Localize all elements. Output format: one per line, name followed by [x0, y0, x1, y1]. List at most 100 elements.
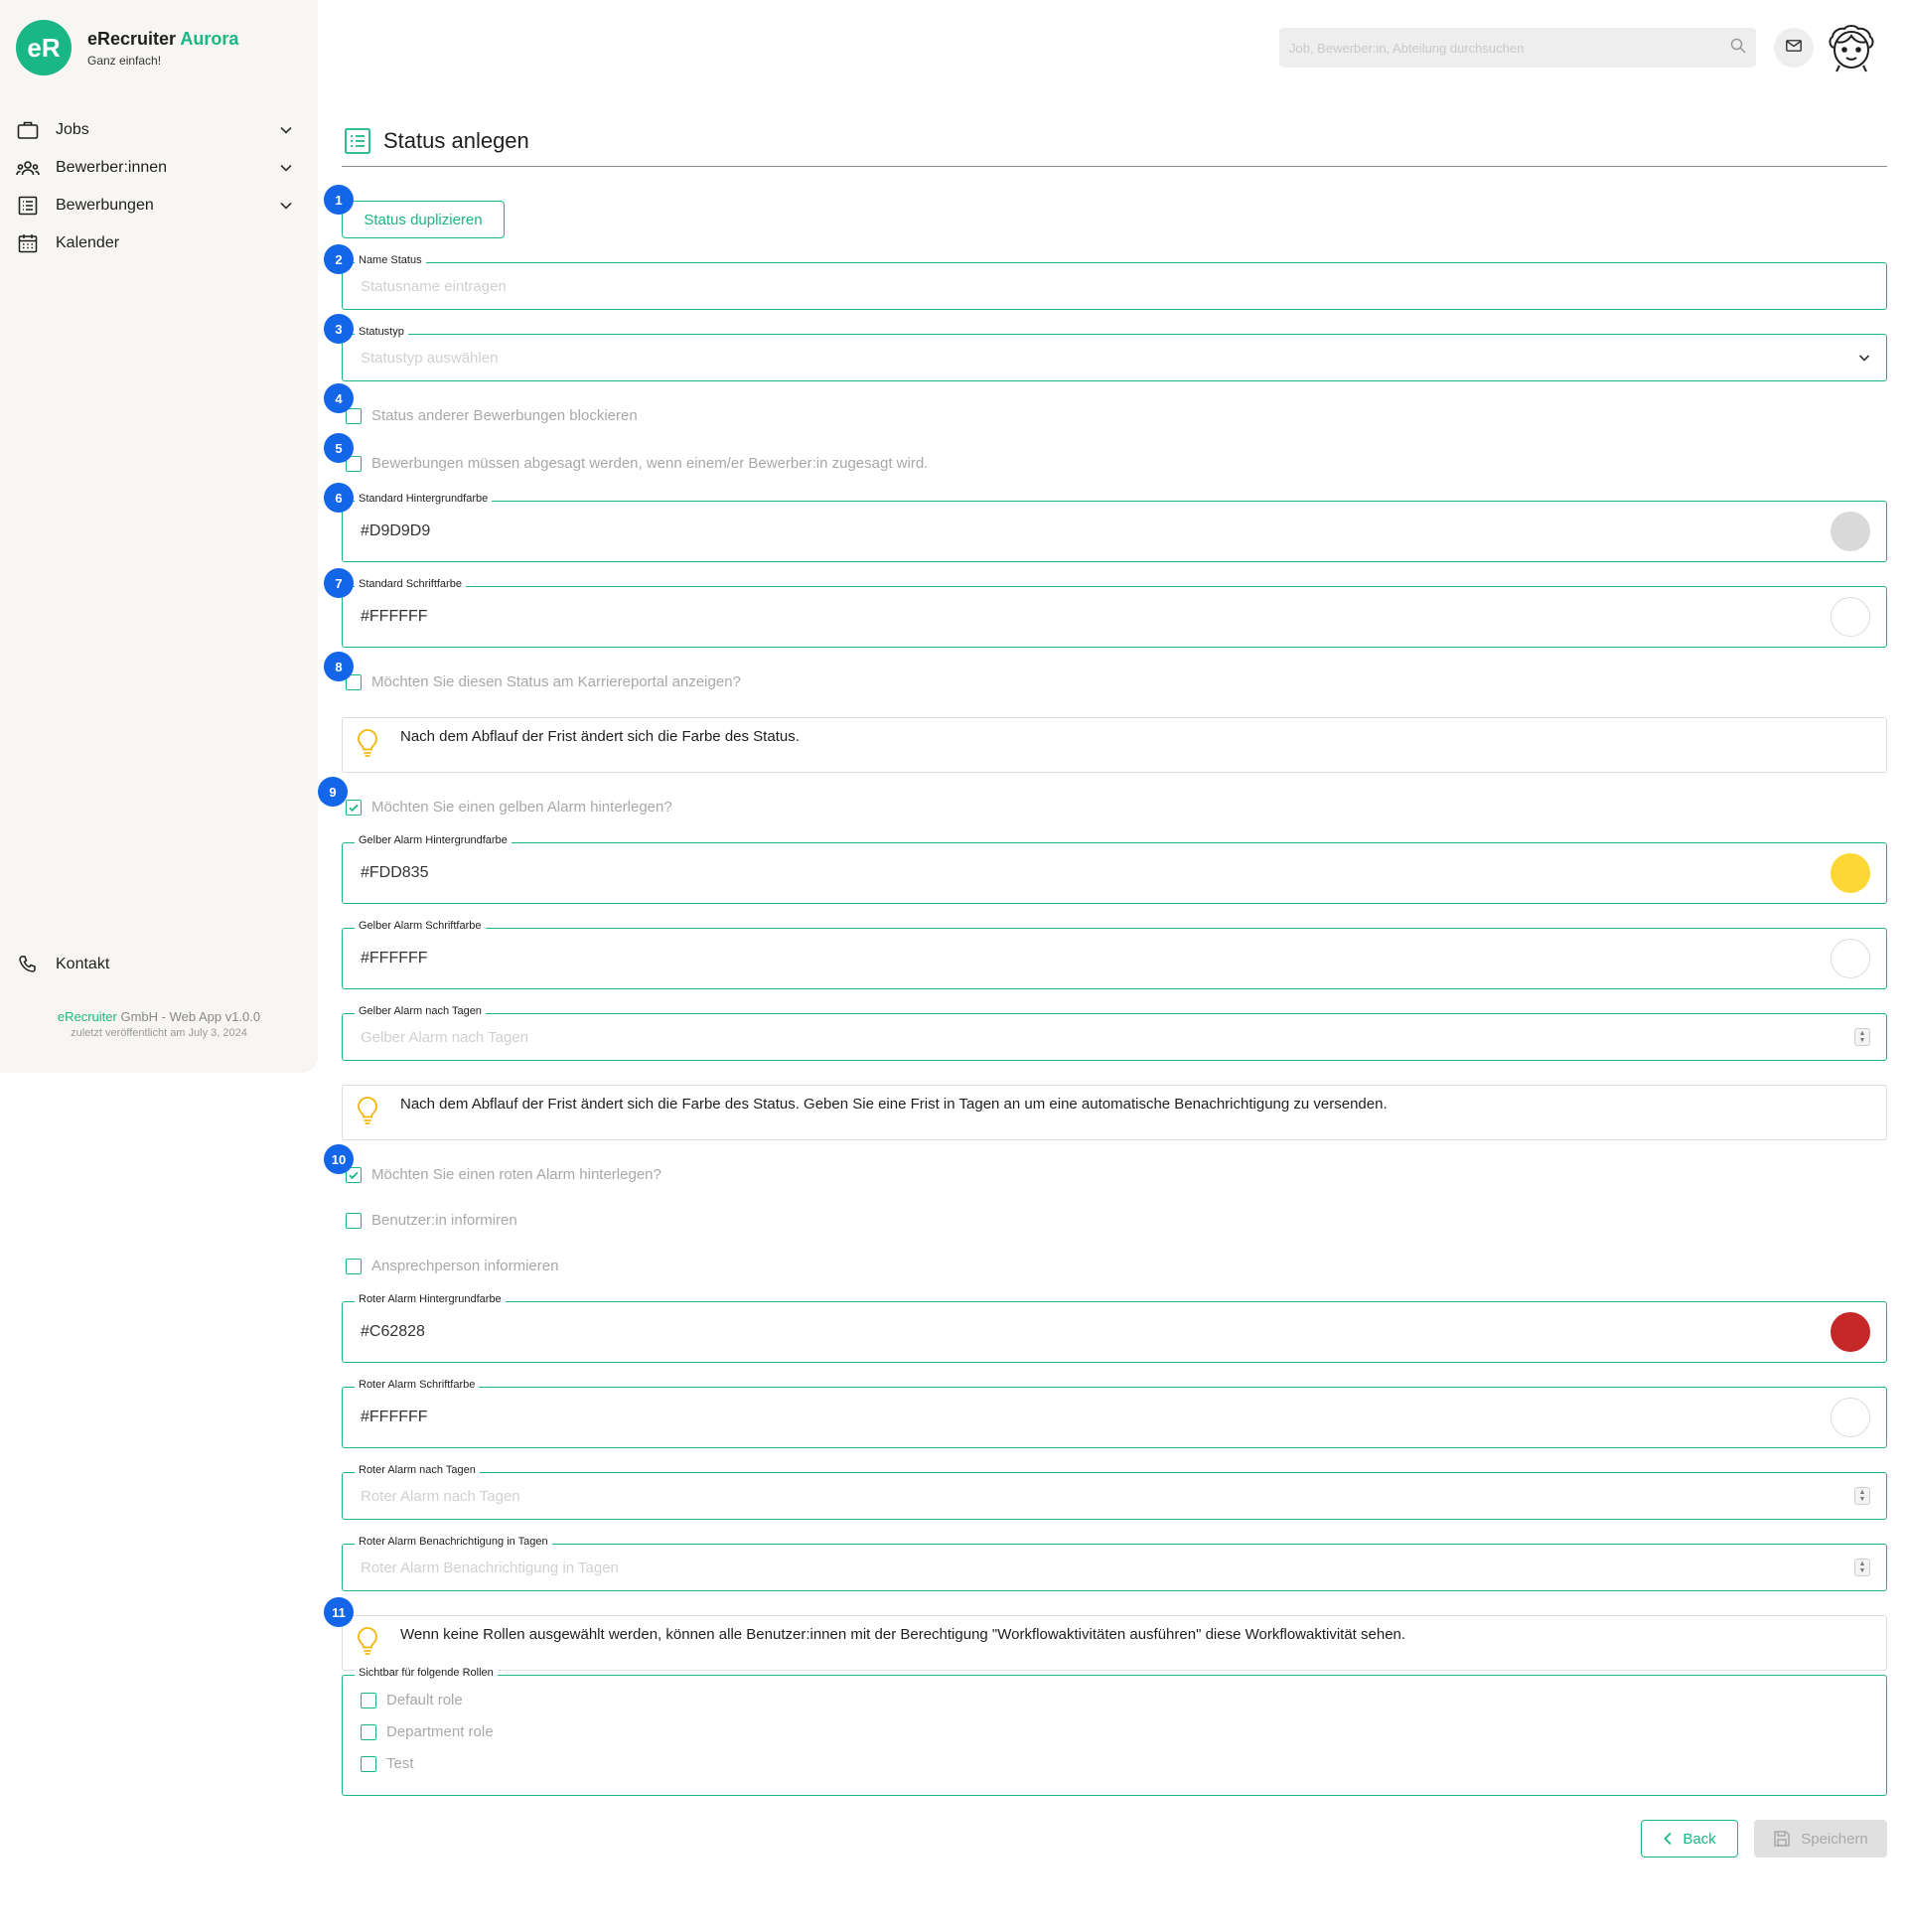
info-box-notification: Nach dem Abflauf der Frist ändert sich d…: [342, 1085, 1887, 1140]
sidebar-nav: Jobs Bewerber:innen Bewerbungen Kalender: [16, 111, 296, 262]
mail-icon: [1786, 39, 1802, 57]
back-button[interactable]: Back: [1641, 1820, 1738, 1858]
step-badge: 1: [324, 185, 354, 215]
step-badge: 10: [324, 1144, 354, 1174]
yellow-font-color-swatch[interactable]: [1831, 939, 1870, 978]
save-icon: [1773, 1830, 1791, 1848]
role-checkbox[interactable]: [361, 1723, 376, 1740]
step-badge: 8: [324, 652, 354, 681]
save-button[interactable]: Speichern: [1754, 1820, 1887, 1858]
statustyp-select[interactable]: Statustyp Statustyp auswählen: [342, 326, 1887, 381]
yellow-alarm-checkbox[interactable]: [346, 799, 362, 816]
block-other-checkbox[interactable]: [346, 407, 362, 424]
std-font-color-field[interactable]: Standard Schriftfarbe #FFFFFF: [342, 578, 1887, 648]
sidebar-item-bewerbungen[interactable]: Bewerbungen: [16, 187, 296, 224]
role-option-default[interactable]: Default role: [361, 1692, 463, 1709]
brand-logo: eR: [16, 20, 72, 75]
role-checkbox[interactable]: [361, 1755, 376, 1772]
chevron-down-icon[interactable]: [276, 158, 296, 178]
number-stepper-icon[interactable]: ▲ ▼: [1854, 1559, 1870, 1576]
calendar-icon: [16, 231, 40, 255]
footer-company: eRecruiter GmbH - Web App v1.0.0: [57, 1009, 261, 1024]
lightbulb-icon: [355, 728, 380, 758]
std-bg-color-input[interactable]: #D9D9D9: [361, 502, 430, 561]
std-bg-color-swatch[interactable]: [1831, 512, 1870, 551]
lightbulb-icon: [355, 1626, 380, 1656]
yellow-bg-color-swatch[interactable]: [1831, 853, 1870, 893]
statustyp-placeholder: Statustyp auswählen: [361, 349, 499, 367]
name-status-input[interactable]: Statusname eintragen: [361, 263, 507, 309]
sidebar-item-jobs[interactable]: Jobs: [16, 111, 296, 149]
brand-tagline: Ganz einfach!: [87, 53, 162, 68]
sidebar: eR eRecruiter Aurora Ganz einfach! Jobs …: [0, 0, 318, 1073]
step-badge: 4: [324, 383, 354, 413]
page-title: Status anlegen: [344, 127, 529, 155]
red-notify-input[interactable]: Roter Alarm Benachrichtigung in Tagen: [361, 1545, 619, 1590]
chevron-down-icon[interactable]: [1856, 350, 1872, 366]
chevron-left-icon: [1663, 1832, 1673, 1846]
yellow-days-input[interactable]: Gelber Alarm nach Tagen: [361, 1014, 528, 1060]
brand[interactable]: eR eRecruiter Aurora Ganz einfach!: [16, 20, 238, 75]
step-badge: 5: [324, 433, 354, 463]
red-font-color-field[interactable]: Roter Alarm Schriftfarbe #FFFFFF: [342, 1379, 1887, 1448]
footer-release: zuletzt veröffentlicht am July 3, 2024: [71, 1027, 247, 1039]
step-badge: 3: [324, 314, 354, 344]
list-icon: [16, 194, 40, 218]
search-bar[interactable]: [1279, 28, 1756, 68]
info-box-roles: Wenn keine Rollen ausgewählt werden, kön…: [342, 1615, 1887, 1671]
std-font-color-input[interactable]: #FFFFFF: [361, 587, 428, 647]
step-badge: 2: [324, 244, 354, 274]
yellow-font-color-input[interactable]: #FFFFFF: [361, 929, 428, 988]
title-divider: [342, 166, 1887, 167]
lightbulb-icon: [355, 1096, 380, 1125]
yellow-alarm-checkbox-row[interactable]: Möchten Sie einen gelben Alarm hinterleg…: [346, 799, 672, 816]
search-input[interactable]: [1289, 40, 1730, 56]
std-bg-color-field[interactable]: Standard Hintergrundfarbe #D9D9D9: [342, 493, 1887, 562]
portal-checkbox-row[interactable]: Möchten Sie diesen Status am Karrierepor…: [346, 673, 741, 690]
sidebar-item-bewerber[interactable]: Bewerber:innen: [16, 149, 296, 187]
chevron-down-icon[interactable]: [276, 120, 296, 140]
role-option-test[interactable]: Test: [361, 1755, 414, 1772]
inform-user-checkbox[interactable]: [346, 1212, 362, 1229]
red-bg-color-field[interactable]: Roter Alarm Hintergrundfarbe #C62828: [342, 1293, 1887, 1363]
step-badge: 11: [324, 1597, 354, 1627]
red-font-color-swatch[interactable]: [1831, 1398, 1870, 1437]
red-bg-color-input[interactable]: #C62828: [361, 1302, 425, 1362]
yellow-font-color-field[interactable]: Gelber Alarm Schriftfarbe #FFFFFF: [342, 920, 1887, 989]
step-badge: 7: [324, 568, 354, 598]
red-alarm-checkbox-row[interactable]: Möchten Sie einen roten Alarm hinterlege…: [346, 1166, 661, 1183]
red-days-field[interactable]: Roter Alarm nach Tagen Roter Alarm nach …: [342, 1464, 1887, 1520]
number-stepper-icon[interactable]: ▲ ▼: [1854, 1487, 1870, 1505]
chevron-down-icon[interactable]: [276, 196, 296, 216]
name-status-field[interactable]: Name Status Statusname eintragen: [342, 254, 1887, 310]
must-cancel-checkbox-row[interactable]: Bewerbungen müssen abgesagt werden, wenn…: [346, 455, 928, 472]
search-icon[interactable]: [1730, 38, 1746, 59]
briefcase-icon: [16, 118, 40, 142]
phone-icon: [16, 953, 40, 976]
block-other-checkbox-row[interactable]: Status anderer Bewerbungen blockieren: [346, 407, 638, 424]
avatar[interactable]: [1826, 22, 1877, 74]
roles-fieldset: Sichtbar für folgende Rollen Default rol…: [342, 1667, 1887, 1796]
step-badge: 9: [318, 777, 348, 807]
sidebar-item-kalender[interactable]: Kalender: [16, 224, 296, 262]
red-bg-color-swatch[interactable]: [1831, 1312, 1870, 1352]
form-list-icon: [344, 127, 371, 155]
brand-name: eRecruiter Aurora: [87, 28, 239, 49]
role-option-department[interactable]: Department role: [361, 1723, 494, 1740]
step-badge: 6: [324, 483, 354, 513]
number-stepper-icon[interactable]: ▲ ▼: [1854, 1028, 1870, 1046]
yellow-bg-color-field[interactable]: Gelber Alarm Hintergrundfarbe #FDD835: [342, 834, 1887, 904]
red-font-color-input[interactable]: #FFFFFF: [361, 1388, 428, 1447]
yellow-bg-color-input[interactable]: #FDD835: [361, 843, 428, 903]
red-notify-field[interactable]: Roter Alarm Benachrichtigung in Tagen Ro…: [342, 1536, 1887, 1591]
inform-user-checkbox-row[interactable]: Benutzer:in informiren: [346, 1212, 517, 1229]
yellow-days-field[interactable]: Gelber Alarm nach Tagen Gelber Alarm nac…: [342, 1005, 1887, 1061]
sidebar-item-kontakt[interactable]: Kontakt: [16, 946, 109, 983]
inform-contact-checkbox[interactable]: [346, 1258, 362, 1274]
role-checkbox[interactable]: [361, 1692, 376, 1709]
red-days-input[interactable]: Roter Alarm nach Tagen: [361, 1473, 520, 1519]
std-font-color-swatch[interactable]: [1831, 597, 1870, 637]
duplicate-status-button[interactable]: Status duplizieren: [342, 201, 505, 238]
inform-contact-checkbox-row[interactable]: Ansprechperson informieren: [346, 1258, 558, 1274]
mail-button[interactable]: [1774, 28, 1814, 68]
